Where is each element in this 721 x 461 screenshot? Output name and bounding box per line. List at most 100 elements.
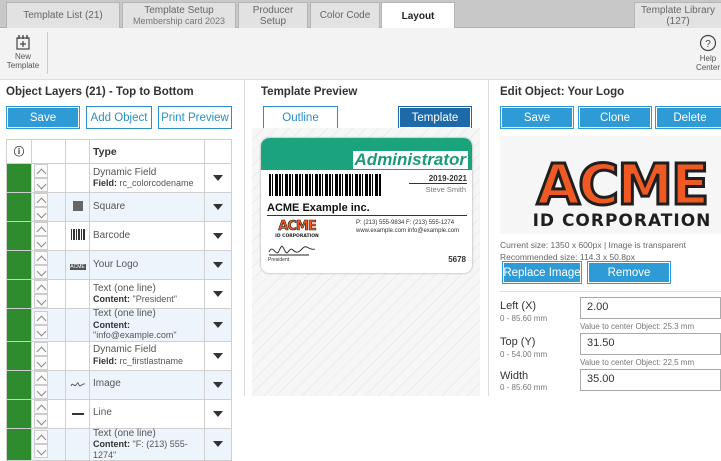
acme-logo: ACME ID CORPORATION [533, 152, 711, 231]
top-y-range: 0 - 54.00 mm [500, 350, 548, 359]
left-x-input[interactable]: 2.00 [580, 297, 721, 319]
move-up-icon[interactable] [34, 193, 48, 207]
template-button[interactable]: Template [398, 106, 472, 129]
new-template-button[interactable]: New Template [2, 34, 44, 70]
move-down-icon[interactable] [34, 355, 48, 370]
print-preview-button[interactable]: Print Preview [158, 106, 232, 129]
layer-color-marker [6, 279, 32, 309]
section-divider [500, 291, 721, 292]
signature-icon [70, 381, 85, 386]
card-barcode [269, 174, 381, 196]
top-y-hint: Value to center Object: 22.5 mm [580, 358, 695, 367]
toolbar: New Template ? Help Center [0, 28, 721, 80]
row-menu-dropdown[interactable] [204, 163, 232, 193]
top-y-input[interactable]: 31.50 [580, 333, 721, 355]
row-menu-dropdown[interactable] [204, 369, 232, 400]
width-range: 0 - 85.60 mm [500, 383, 548, 392]
move-up-icon[interactable] [34, 310, 48, 325]
layer-color-marker [6, 369, 32, 400]
chevron-down-icon [213, 321, 223, 328]
move-down-icon[interactable] [34, 236, 48, 250]
tab-template-setup[interactable]: Template Setup Membership card 2023 [122, 2, 236, 28]
svg-text:ACME: ACME [278, 219, 316, 234]
move-up-icon[interactable] [34, 280, 48, 294]
row-menu-dropdown[interactable] [204, 279, 232, 309]
svg-text:?: ? [705, 39, 711, 50]
chevron-down-icon [213, 352, 223, 359]
card-number: 5678 [448, 255, 466, 264]
layer-row[interactable]: Square [6, 192, 232, 222]
tab-template-library[interactable]: Template Library (127) [634, 2, 721, 28]
move-up-icon[interactable] [34, 399, 48, 414]
edit-save-button[interactable]: Save [500, 106, 574, 129]
row-menu-dropdown[interactable] [204, 398, 232, 429]
line-icon [71, 412, 84, 415]
layer-row[interactable]: Line [6, 398, 232, 429]
new-template-icon [16, 35, 30, 50]
move-down-icon[interactable] [34, 444, 48, 459]
replace-image-button[interactable]: Replace Image [502, 261, 582, 284]
layer-row[interactable]: Image [6, 369, 232, 400]
object-layers-heading: Object Layers (21) - Top to Bottom [6, 86, 194, 98]
id-card-preview[interactable]: Administrator 2019-2021 Steve Smith ACME… [261, 138, 472, 273]
card-role: Administrator [352, 150, 468, 169]
chevron-down-icon [213, 175, 223, 181]
move-down-icon[interactable] [34, 294, 48, 308]
layer-row[interactable]: Text (one line) Content: "info@example.co… [6, 308, 232, 342]
layers-save-button[interactable]: Save [6, 106, 80, 129]
logo-icon: ACME [69, 264, 86, 270]
width-input[interactable]: 35.00 [580, 369, 721, 391]
layers-table: ⓘ Type Dynamic Field Field: rc_colorcoden… [6, 139, 232, 461]
layer-row[interactable]: Barcode [6, 221, 232, 251]
remove-button[interactable]: Remove [587, 261, 671, 284]
tab-producer-setup[interactable]: Producer Setup [238, 2, 308, 28]
edit-object-heading: Edit Object: Your Logo [500, 86, 625, 98]
square-icon [72, 200, 83, 211]
chevron-down-icon [213, 441, 223, 448]
row-menu-dropdown[interactable] [204, 221, 232, 251]
layer-row[interactable]: Dynamic Field Field: rc_colorcodename [6, 163, 232, 193]
add-object-button[interactable]: Add Object [86, 106, 152, 129]
move-down-icon[interactable] [34, 324, 48, 339]
row-menu-dropdown[interactable] [204, 427, 232, 461]
layer-row[interactable]: ACME Your Logo [6, 250, 232, 280]
tab-layout[interactable]: Layout [381, 2, 455, 29]
move-up-icon[interactable] [34, 251, 48, 265]
move-down-icon[interactable] [34, 265, 48, 279]
width-label: Width [500, 370, 529, 382]
move-down-icon[interactable] [34, 413, 48, 428]
row-menu-dropdown[interactable] [204, 250, 232, 280]
move-up-icon[interactable] [34, 430, 48, 445]
move-up-icon[interactable] [34, 370, 48, 385]
clone-button[interactable]: Clone [578, 106, 652, 129]
layer-color-marker [6, 340, 32, 371]
outline-button[interactable]: Outline [263, 106, 338, 129]
move-down-icon[interactable] [34, 384, 48, 399]
layer-row[interactable]: Text (one line) Content: "F: (213) 555-12… [6, 427, 232, 461]
layer-color-marker [6, 163, 32, 193]
move-up-icon[interactable] [34, 341, 48, 356]
move-down-icon[interactable] [34, 178, 48, 192]
card-divider-line [267, 215, 467, 216]
delete-button[interactable]: Delete [655, 106, 721, 129]
layer-color-marker [6, 427, 32, 461]
svg-text:ID CORPORATION: ID CORPORATION [275, 233, 319, 238]
tab-template-list[interactable]: Template List (21) [6, 2, 120, 28]
card-year: 2019-2021 [409, 174, 467, 184]
row-menu-dropdown[interactable] [204, 192, 232, 222]
barcode-icon [70, 229, 85, 240]
row-menu-dropdown[interactable] [204, 340, 232, 371]
toolbar-separator [47, 32, 48, 74]
tab-color-code[interactable]: Color Code [310, 2, 380, 28]
logo-image-preview: ACME ID CORPORATION [500, 136, 721, 234]
help-center-button[interactable]: ? Help Center [696, 34, 720, 72]
row-menu-dropdown[interactable] [204, 308, 232, 342]
card-president: President [268, 257, 290, 263]
move-down-icon[interactable] [34, 207, 48, 221]
move-up-icon[interactable] [34, 222, 48, 236]
layer-color-marker [6, 250, 32, 280]
move-up-icon[interactable] [34, 164, 48, 178]
left-x-range: 0 - 85.60 mm [500, 314, 548, 323]
layer-row[interactable]: Text (one line) Content: "President" [6, 279, 232, 309]
layer-row[interactable]: Dynamic Field Field: rc_firstlastname [6, 340, 232, 371]
